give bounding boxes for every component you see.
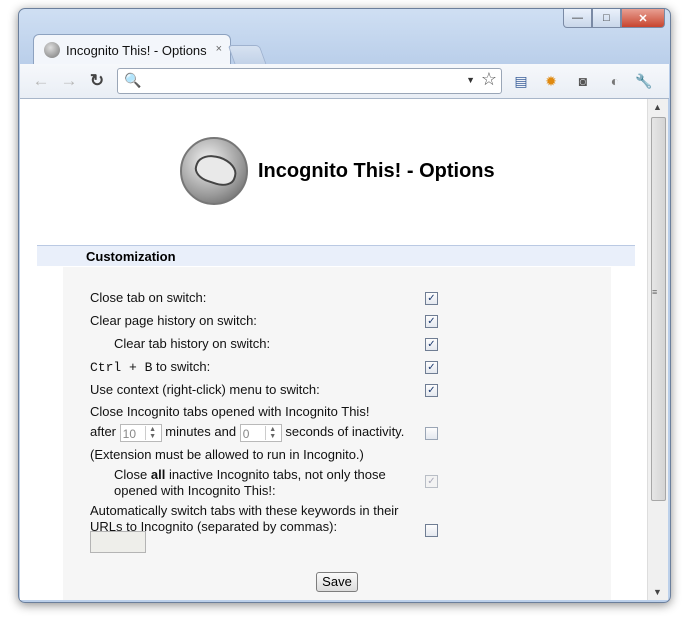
close-all-pre: Close	[114, 467, 151, 482]
omnibox-dropdown-icon[interactable]: ▼	[466, 75, 475, 85]
close-all-line1: Close all inactive Incognito tabs, not o…	[114, 466, 386, 483]
incognito-favicon-icon	[44, 42, 60, 58]
minutes-stepper[interactable]: 10 ▲ ▼	[119, 423, 162, 442]
maximize-button[interactable]: □	[592, 9, 621, 28]
auto-switch-checkbox[interactable]	[425, 524, 438, 537]
new-tab-button[interactable]	[227, 45, 267, 64]
auto-switch-line1: Automatically switch tabs with these key…	[90, 503, 399, 518]
section-header: Customization	[37, 245, 635, 266]
seconds-label: seconds of inactivity.	[285, 424, 405, 439]
close-all-bold: all	[150, 467, 166, 482]
section-title: Customization	[86, 249, 176, 264]
stepper-arrows-icon[interactable]: ▲ ▼	[144, 425, 160, 440]
context-menu-checkbox[interactable]: ✓	[425, 384, 438, 397]
address-bar[interactable]: 🔍 ▼ ☆	[117, 68, 502, 94]
page-content: Incognito This! - Options Customization …	[20, 99, 647, 600]
toolbar: ← → ↻ 🔍 ▼ ☆ ▤ ✹ ◙ ◐ 🔧	[20, 64, 669, 99]
close-inactive-line2: after 10 ▲ ▼ minutes and 0 ▲ ▼ seconds of in…	[90, 423, 404, 442]
key-combo: Ctrl + B	[90, 360, 153, 375]
options-panel: Close tab on switch: ✓ Clear page histor…	[63, 267, 611, 600]
minimize-button[interactable]: —	[563, 9, 592, 28]
save-button[interactable]: Save	[316, 572, 358, 592]
close-inactive-note: (Extension must be allowed to run in Inc…	[90, 447, 364, 462]
back-button[interactable]: ←	[30, 70, 52, 92]
close-all-line2: opened with Incognito This!:	[114, 483, 276, 498]
incognito-logo-icon	[180, 137, 248, 205]
clear-page-history-label: Clear page history on switch:	[90, 313, 257, 328]
seconds-stepper[interactable]: 0 ▲ ▼	[239, 423, 282, 442]
scroll-down-icon[interactable]: ▼	[653, 587, 662, 597]
scroll-grip-icon: ≡	[652, 287, 658, 297]
scroll-up-icon[interactable]: ▲	[653, 102, 662, 112]
minutes-label: minutes and	[165, 424, 237, 439]
browser-window: — □ ✕ Incognito This! - Options × ← → ↻ …	[18, 8, 671, 603]
scrollbar-thumb[interactable]	[651, 117, 666, 501]
close-inactive-checkbox[interactable]	[425, 427, 438, 440]
camera-extension-icon[interactable]: ◙	[573, 71, 593, 91]
tab-title: Incognito This! - Options	[66, 42, 207, 58]
close-inactive-line1: Close Incognito tabs opened with Incogni…	[90, 404, 370, 419]
scrollbar[interactable]: ▲ ≡ ▼	[647, 99, 668, 600]
stepper-arrows-icon[interactable]: ▲ ▼	[264, 425, 280, 440]
close-all-checkbox[interactable]: ✓	[425, 475, 438, 488]
after-label: after	[90, 424, 117, 439]
ctrl-b-text: to switch:	[152, 359, 211, 374]
seconds-value: 0	[242, 426, 250, 441]
minutes-value: 10	[122, 426, 136, 441]
ctrl-b-label: Ctrl + B to switch:	[90, 358, 210, 376]
bookmark-star-icon[interactable]: ☆	[481, 69, 497, 90]
close-all-post: inactive Incognito tabs, not only those	[165, 467, 386, 482]
search-icon: 🔍	[124, 72, 142, 88]
page-title: Incognito This! - Options	[258, 159, 495, 182]
wrench-icon[interactable]: 🔧	[634, 71, 654, 91]
close-window-button[interactable]: ✕	[621, 9, 665, 28]
incognito-hat-icon[interactable]: ◐	[605, 71, 625, 91]
clear-tab-history-checkbox[interactable]: ✓	[425, 338, 438, 351]
window-list-icon[interactable]: ▤	[511, 71, 531, 91]
close-tab-checkbox[interactable]: ✓	[425, 292, 438, 305]
clear-page-history-checkbox[interactable]: ✓	[425, 315, 438, 328]
context-menu-label: Use context (right-click) menu to switch…	[90, 382, 320, 397]
forward-button[interactable]: →	[58, 70, 80, 92]
gear-extension-icon[interactable]: ✹	[541, 71, 561, 91]
tab-options[interactable]: Incognito This! - Options ×	[33, 34, 231, 65]
ctrl-b-checkbox[interactable]: ✓	[425, 361, 438, 374]
close-tab-label: Close tab on switch:	[90, 290, 207, 305]
page-header: Incognito This! - Options	[180, 137, 495, 205]
window-controls: — □ ✕	[563, 9, 665, 28]
keywords-input[interactable]	[90, 531, 146, 553]
reload-button[interactable]: ↻	[86, 70, 108, 92]
clear-tab-history-label: Clear tab history on switch:	[114, 336, 271, 351]
tab-close-icon[interactable]: ×	[216, 43, 222, 55]
